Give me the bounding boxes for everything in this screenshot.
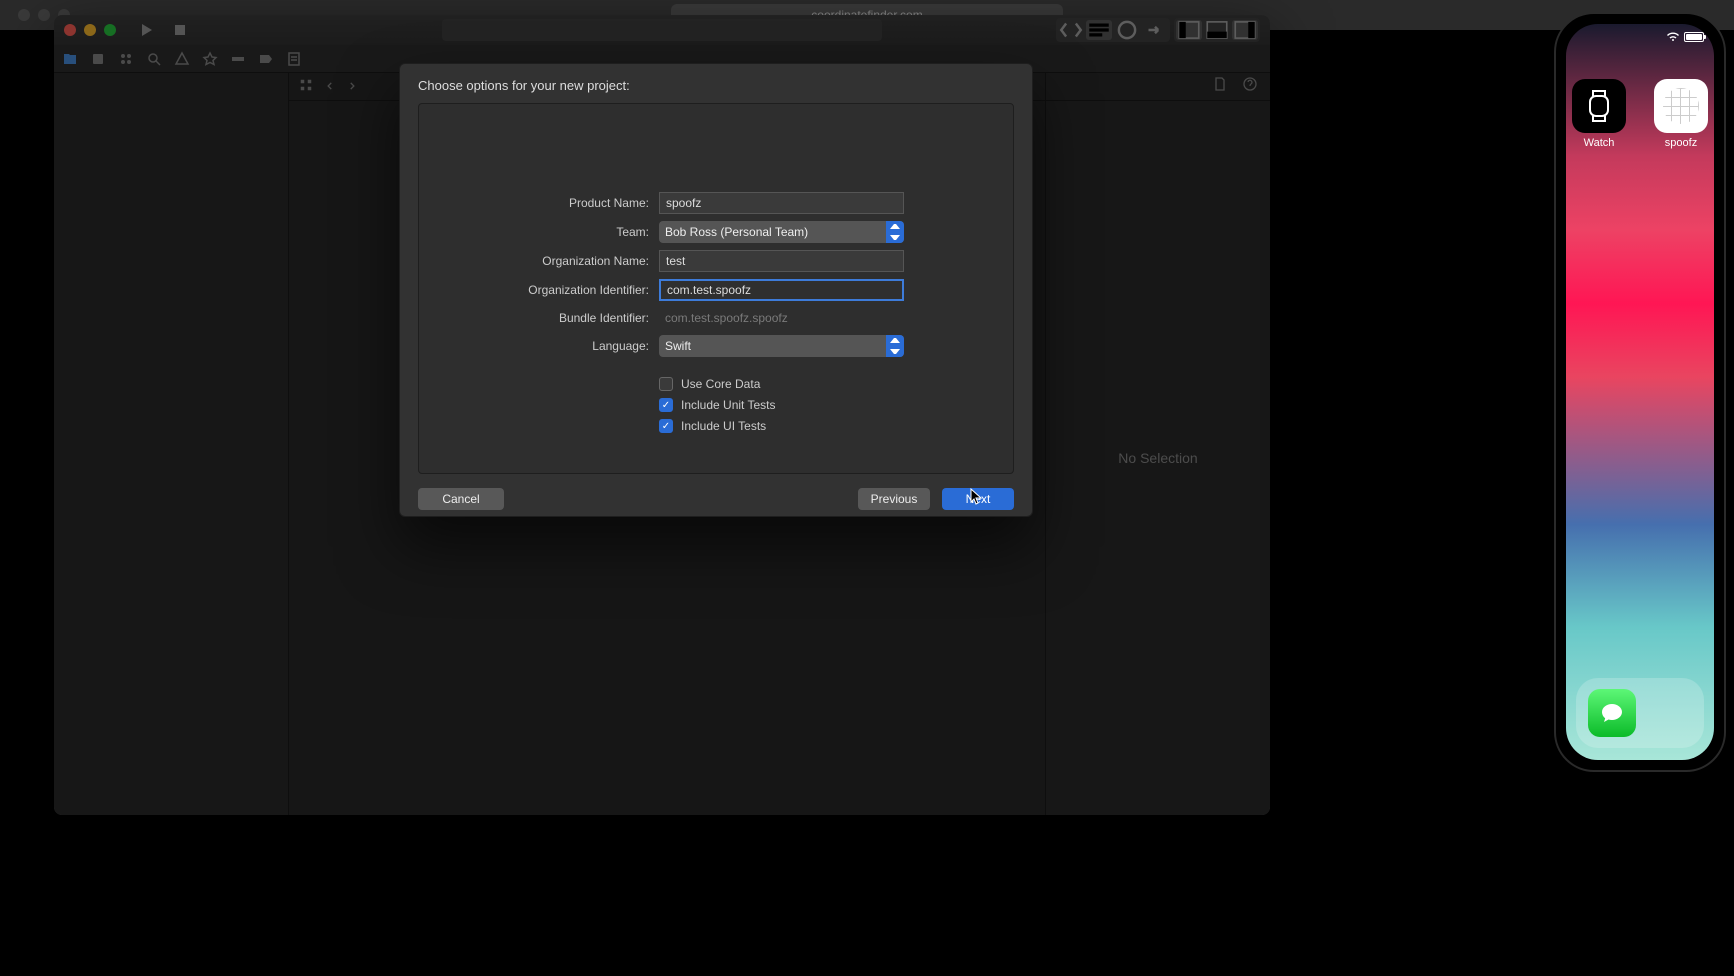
editor-mode-segment[interactable] — [1056, 18, 1170, 42]
assistant-editor-icon[interactable] — [1114, 20, 1140, 40]
help-inspector-icon[interactable] — [1242, 76, 1258, 97]
inspector-panel: No Selection — [1045, 73, 1270, 815]
team-select-value: Bob Ross (Personal Team) — [665, 225, 808, 239]
stop-button[interactable] — [172, 22, 188, 38]
watch-app-label: Watch — [1584, 137, 1615, 149]
inspector-empty-text: No Selection — [1118, 450, 1197, 466]
org-name-field[interactable] — [659, 250, 904, 272]
debug-navigator-icon[interactable] — [230, 51, 246, 67]
ui-tests-checkbox[interactable]: ✓ — [659, 419, 673, 433]
close-icon[interactable] — [64, 24, 76, 36]
spoofz-app[interactable]: spoofz — [1654, 79, 1708, 149]
project-navigator-icon[interactable] — [62, 51, 78, 67]
language-select[interactable]: Swift — [659, 335, 904, 357]
xcode-titlebar — [54, 15, 1270, 45]
minimize-icon[interactable] — [84, 24, 96, 36]
source-control-navigator-icon[interactable] — [90, 51, 106, 67]
left-panel-icon[interactable] — [1176, 20, 1202, 40]
breakpoint-navigator-icon[interactable] — [258, 51, 274, 67]
bundle-id-value: com.test.spoofz.spoofz — [659, 308, 904, 328]
wifi-icon — [1666, 32, 1680, 42]
jump-grid-icon[interactable] — [299, 78, 313, 95]
report-navigator-icon[interactable] — [286, 51, 302, 67]
chevron-up-down-icon — [890, 224, 900, 240]
watch-app[interactable]: Watch — [1572, 79, 1626, 149]
jump-back-icon[interactable] — [325, 80, 335, 94]
team-select[interactable]: Bob Ross (Personal Team) — [659, 221, 904, 243]
watch-app-icon — [1572, 79, 1626, 133]
standard-editor-icon[interactable] — [1086, 20, 1112, 40]
product-name-field[interactable] — [659, 192, 904, 214]
test-navigator-icon[interactable] — [202, 51, 218, 67]
cancel-button[interactable]: Cancel — [418, 488, 504, 510]
spoofz-app-label: spoofz — [1665, 137, 1697, 149]
panel-toggle-segment[interactable] — [1174, 18, 1260, 42]
previous-button[interactable]: Previous — [858, 488, 930, 510]
maximize-icon[interactable] — [104, 24, 116, 36]
code-icon[interactable] — [1058, 20, 1084, 40]
bundle-id-label: Bundle Identifier: — [479, 311, 649, 325]
issue-navigator-icon[interactable] — [174, 51, 190, 67]
run-button[interactable] — [138, 22, 154, 38]
core-data-checkbox[interactable] — [659, 377, 673, 391]
ios-simulator: Watch spoofz — [1554, 12, 1726, 772]
messages-app-icon[interactable] — [1588, 689, 1636, 737]
team-label: Team: — [479, 225, 649, 239]
project-navigator[interactable] — [54, 73, 289, 815]
unit-tests-checkbox[interactable]: ✓ — [659, 398, 673, 412]
sheet-title: Choose options for your new project: — [418, 78, 1014, 93]
org-id-label: Organization Identifier: — [479, 283, 649, 297]
jump-forward-icon[interactable] — [347, 80, 357, 94]
language-select-value: Swift — [665, 339, 691, 353]
scheme-activity-bar[interactable] — [442, 19, 882, 41]
core-data-label: Use Core Data — [681, 377, 760, 391]
symbol-navigator-icon[interactable] — [118, 51, 134, 67]
simulator-screen[interactable]: Watch spoofz — [1566, 24, 1714, 760]
org-id-field[interactable] — [659, 279, 904, 301]
new-project-sheet: Choose options for your new project: Pro… — [399, 63, 1033, 517]
version-editor-icon[interactable] — [1142, 20, 1168, 40]
next-button[interactable]: Next — [942, 488, 1014, 510]
spoofz-app-icon — [1654, 79, 1708, 133]
status-bar — [1666, 32, 1704, 42]
right-panel-icon[interactable] — [1232, 20, 1258, 40]
find-navigator-icon[interactable] — [146, 51, 162, 67]
xcode-window: No Selection Choose options for your new… — [54, 15, 1270, 815]
file-inspector-icon[interactable] — [1212, 76, 1228, 97]
ui-tests-label: Include UI Tests — [681, 419, 766, 433]
battery-icon — [1684, 32, 1704, 42]
window-traffic-lights[interactable] — [64, 24, 116, 36]
chevron-up-down-icon — [890, 338, 900, 354]
simulator-dock[interactable] — [1576, 678, 1704, 748]
bottom-panel-icon[interactable] — [1204, 20, 1230, 40]
language-label: Language: — [479, 339, 649, 353]
unit-tests-label: Include Unit Tests — [681, 398, 776, 412]
product-name-label: Product Name: — [479, 196, 649, 210]
org-name-label: Organization Name: — [479, 254, 649, 268]
